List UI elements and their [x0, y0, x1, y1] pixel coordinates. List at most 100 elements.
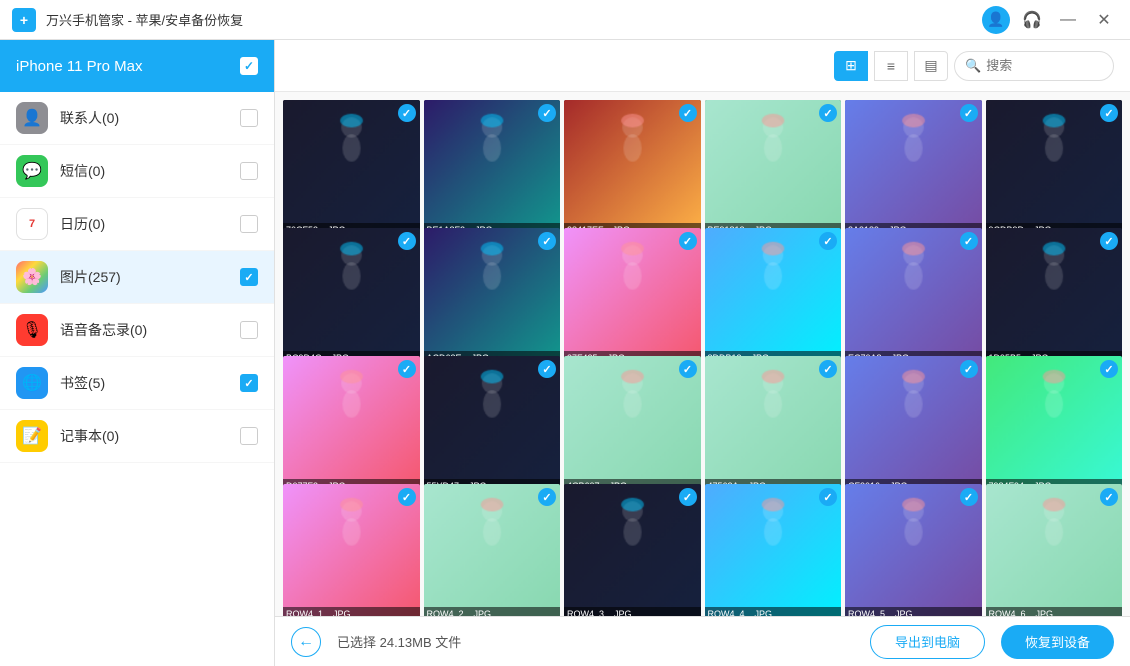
restore-button[interactable]: 恢复到设备 [1001, 625, 1114, 659]
photo-checkbox[interactable] [398, 104, 416, 122]
photo-checkbox[interactable] [398, 360, 416, 378]
photo-item[interactable]: 7984F94....JPG [986, 356, 1123, 493]
bookmarks-icon: 🌐 [16, 367, 48, 399]
photo-item[interactable]: D077F3....JPG [283, 356, 420, 493]
photo-checkbox[interactable] [960, 232, 978, 250]
photo-item[interactable]: ROW4_2....JPG [424, 484, 561, 616]
sidebar-item-contacts[interactable]: 👤 联系人(0) [0, 92, 274, 145]
photo-item[interactable]: 1D95B5....JPG [986, 228, 1123, 365]
content-area: ⊞ ≡ ▤ 🔍 70CF53....JPGBE1A8F2....JPG38417… [275, 40, 1130, 666]
sms-label: 短信(0) [60, 161, 240, 181]
sidebar-item-voice[interactable]: 🎙 语音备忘录(0) [0, 304, 274, 357]
titlebar: + 万兴手机管家 - 苹果/安卓备份恢复 👤 🎧 — ✕ [0, 0, 1130, 40]
photo-item[interactable]: ACD63E....JPG [424, 228, 561, 365]
view-list-button[interactable]: ≡ [874, 51, 908, 81]
selected-info: 已选择 24.13MB 文件 [337, 632, 854, 651]
sidebar-item-notes[interactable]: 📝 记事本(0) [0, 410, 274, 463]
sidebar-items-list: 👤 联系人(0) 💬短信(0)7日历(0)🌸图片(257) 🎙 语音备忘录(0) 🌐 书签(… [0, 92, 274, 463]
photo-checkbox[interactable] [819, 104, 837, 122]
photo-checkbox[interactable] [819, 232, 837, 250]
photo-item[interactable]: 4CB607....JPG [564, 356, 701, 493]
photo-checkbox[interactable] [538, 232, 556, 250]
view-grid-button[interactable]: ⊞ [834, 51, 868, 81]
bookmarks-label: 书签(5) [60, 373, 240, 393]
photo-checkbox[interactable] [538, 104, 556, 122]
photo-checkbox[interactable] [960, 488, 978, 506]
calendar-label: 日历(0) [60, 214, 240, 234]
photo-checkbox[interactable] [819, 488, 837, 506]
app-title: 万兴手机管家 - 苹果/安卓备份恢复 [46, 10, 982, 29]
user-icon[interactable]: 👤 [982, 6, 1010, 34]
photo-label: ROW4_5....JPG [845, 607, 982, 617]
photo-checkbox[interactable] [679, 104, 697, 122]
view-detail-button[interactable]: ▤ [914, 51, 948, 81]
close-button[interactable]: ✕ [1090, 6, 1118, 34]
notes-checkbox[interactable] [240, 427, 258, 445]
photo-item[interactable]: ROW4_3....JPG [564, 484, 701, 616]
photo-checkbox[interactable] [1100, 232, 1118, 250]
photo-item[interactable]: 55YD47....JPG [424, 356, 561, 493]
sidebar-item-calendar[interactable]: 7日历(0) [0, 198, 274, 251]
contacts-checkbox[interactable] [240, 109, 258, 127]
notes-icon: 📝 [16, 420, 48, 452]
bottombar: ← 已选择 24.13MB 文件 导出到电脑 恢复到设备 [275, 616, 1130, 666]
voice-icon: 🎙 [16, 314, 48, 346]
content-toolbar: ⊞ ≡ ▤ 🔍 [275, 40, 1130, 92]
photo-checkbox[interactable] [1100, 488, 1118, 506]
sidebar-item-photos[interactable]: 🌸图片(257) [0, 251, 274, 304]
photo-label: ROW4_3....JPG [564, 607, 701, 617]
photo-grid: 70CF53....JPGBE1A8F2....JPG38417EF....JP… [275, 92, 1130, 616]
contacts-label: 联系人(0) [60, 108, 240, 128]
photo-checkbox[interactable] [679, 488, 697, 506]
photo-checkbox[interactable] [679, 360, 697, 378]
photo-checkbox[interactable] [1100, 360, 1118, 378]
minimize-button[interactable]: — [1054, 6, 1082, 34]
photo-label: ROW4_4....JPG [705, 607, 842, 617]
photo-checkbox[interactable] [679, 232, 697, 250]
photo-item[interactable]: 2A3189....JPG [845, 100, 982, 237]
sms-checkbox[interactable] [240, 162, 258, 180]
voice-checkbox[interactable] [240, 321, 258, 339]
window-controls: 👤 🎧 — ✕ [982, 6, 1118, 34]
photo-item[interactable]: CF3016....JPG [845, 356, 982, 493]
photo-item[interactable]: 70CF53....JPG [283, 100, 420, 237]
photo-checkbox[interactable] [960, 104, 978, 122]
sidebar-item-bookmarks[interactable]: 🌐 书签(5) [0, 357, 274, 410]
photo-item[interactable]: ROW4_5....JPG [845, 484, 982, 616]
search-icon: 🔍 [965, 58, 981, 74]
photo-checkbox[interactable] [398, 232, 416, 250]
headset-icon[interactable]: 🎧 [1018, 6, 1046, 34]
notes-label: 记事本(0) [60, 426, 240, 446]
photo-item[interactable]: ROW4_1....JPG [283, 484, 420, 616]
photo-item[interactable]: BC9D4C....JPG [283, 228, 420, 365]
search-input[interactable] [986, 58, 1103, 73]
photos-checkbox[interactable] [240, 268, 258, 286]
photo-label: ROW4_6....JPG [986, 607, 1123, 617]
photo-item[interactable]: 38417EF....JPG [564, 100, 701, 237]
calendar-checkbox[interactable] [240, 215, 258, 233]
photo-checkbox[interactable] [538, 488, 556, 506]
photo-checkbox[interactable] [819, 360, 837, 378]
contacts-icon: 👤 [16, 102, 48, 134]
photo-item[interactable]: 37F425....JPG [564, 228, 701, 365]
back-button[interactable]: ← [291, 627, 321, 657]
photo-checkbox[interactable] [538, 360, 556, 378]
device-checkbox[interactable] [240, 57, 258, 75]
sidebar-item-sms[interactable]: 💬短信(0) [0, 145, 274, 198]
search-box: 🔍 [954, 51, 1114, 81]
voice-label: 语音备忘录(0) [60, 320, 240, 340]
export-button[interactable]: 导出到电脑 [870, 625, 985, 659]
photo-item[interactable]: 47562A....JPG [705, 356, 842, 493]
photo-checkbox[interactable] [1100, 104, 1118, 122]
bookmarks-checkbox[interactable] [240, 374, 258, 392]
photo-item[interactable]: 8DDB13....JPG [705, 228, 842, 365]
sidebar: iPhone 11 Pro Max 👤联系人(0)💬短信(0)7日历(0)🌸图片… [0, 40, 275, 666]
photo-checkbox[interactable] [398, 488, 416, 506]
photo-item[interactable]: BE1A8F2....JPG [424, 100, 561, 237]
photo-item[interactable]: ROW4_6....JPG [986, 484, 1123, 616]
photo-item[interactable]: EC70A8....JPG [845, 228, 982, 365]
photo-item[interactable]: 9CDB9D....JPG [986, 100, 1123, 237]
photo-item[interactable]: BE91812....JPG [705, 100, 842, 237]
photo-item[interactable]: ROW4_4....JPG [705, 484, 842, 616]
photo-checkbox[interactable] [960, 360, 978, 378]
